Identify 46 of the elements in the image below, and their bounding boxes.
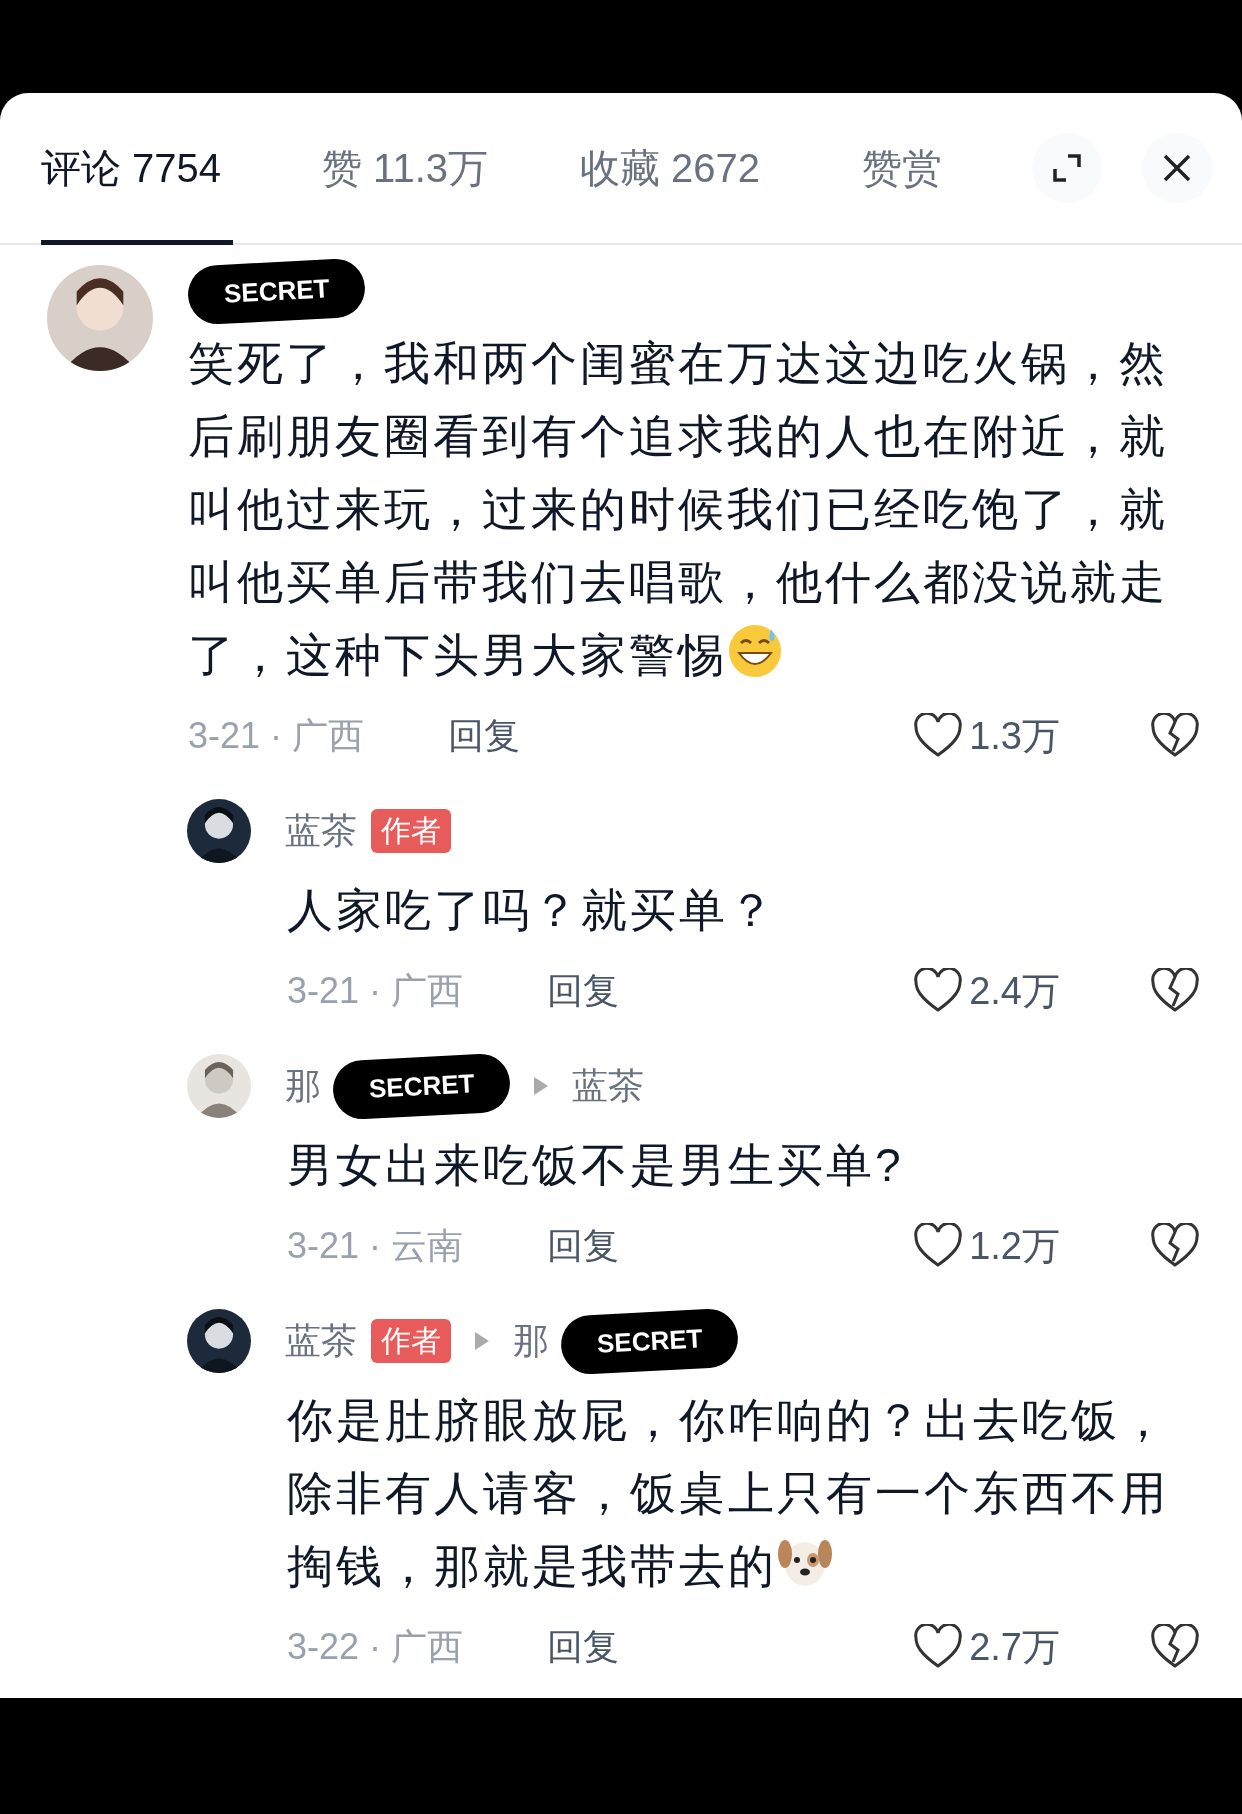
like-button[interactable]: 2.7万 xyxy=(913,1618,1060,1676)
tab[interactable]: 赞赏 xyxy=(862,93,1012,243)
comment-text: 男女出来吃饭不是男生买单? xyxy=(287,1138,905,1193)
reply-button[interactable]: 回复 xyxy=(448,709,520,763)
user-name[interactable]: 那 xyxy=(285,1059,321,1113)
user-name[interactable]: 蓝茶 xyxy=(285,804,357,858)
tab[interactable]: 收藏 2672 xyxy=(580,93,862,243)
comment-meta: 3-21 · 云南 xyxy=(287,1224,465,1268)
like-button[interactable]: 1.2万 xyxy=(913,1217,1060,1275)
expand-icon xyxy=(1052,153,1082,183)
comment-text: 笑死了，我和两个闺蜜在万达这边吃火锅，然后刷朋友圈看到有个追求我的人也在附近，就叫他过来玩，过来的时候我们已经吃饱了，就叫他买单后带我们去唱歌，他什么都没说就走了，这种下头男大家警惕 xyxy=(188,336,1169,683)
reply-arrow-icon xyxy=(473,1330,491,1352)
user-name[interactable]: 蓝茶 xyxy=(285,1314,357,1368)
comment-meta: 3-22 · 广西 xyxy=(287,1625,465,1669)
broken-heart-icon xyxy=(1150,968,1200,1014)
like-button[interactable]: 2.4万 xyxy=(913,962,1060,1020)
user-name[interactable]: 那 xyxy=(513,1314,549,1368)
redaction-mark: SECRET xyxy=(186,256,367,326)
reply-button[interactable]: 回复 xyxy=(547,1620,619,1674)
tab[interactable]: 赞 11.3万 xyxy=(322,93,580,243)
redaction-mark: SECRET xyxy=(559,1306,740,1376)
redaction-mark: SECRET xyxy=(331,1051,512,1121)
heart-icon xyxy=(913,1624,964,1670)
dislike-button[interactable] xyxy=(1150,713,1200,759)
comment-meta: 3-21 · 广西 xyxy=(287,969,465,1013)
comment-meta: 3-21 · 广西 xyxy=(188,714,366,758)
heart-icon xyxy=(913,968,964,1014)
user-name[interactable]: 蓝茶 xyxy=(572,1059,645,1113)
dislike-button[interactable] xyxy=(1150,968,1200,1014)
heart-icon xyxy=(913,1223,964,1269)
close-icon xyxy=(1161,152,1193,184)
comment-text: 你是肚脐眼放屁，你咋响的？出去吃饭，除非有人请客，饭桌上只有一个东西不用掏钱，那就是我带去的 xyxy=(287,1393,1170,1594)
grinning-sweat-emoji xyxy=(727,623,783,679)
dislike-button[interactable] xyxy=(1150,1624,1200,1670)
broken-heart-icon xyxy=(1150,1223,1200,1269)
comment-text: 人家吃了吗？就买单？ xyxy=(287,883,778,938)
author-badge: 作者 xyxy=(371,809,451,853)
tab[interactable]: 评论 7754 xyxy=(41,93,322,243)
dislike-button[interactable] xyxy=(1150,1223,1200,1269)
heart-icon xyxy=(913,713,964,759)
reply-button[interactable]: 回复 xyxy=(547,1219,619,1273)
like-button[interactable]: 1.3万 xyxy=(913,707,1060,765)
reply-button[interactable]: 回复 xyxy=(547,964,619,1018)
broken-heart-icon xyxy=(1150,713,1200,759)
author-badge: 作者 xyxy=(371,1319,451,1363)
broken-heart-icon xyxy=(1150,1624,1200,1670)
